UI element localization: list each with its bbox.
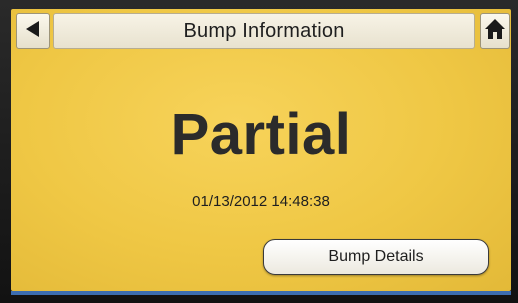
page-title: Bump Information [183,19,345,42]
back-arrow-icon [23,19,43,44]
home-button[interactable] [480,13,510,49]
title-bar: Bump Information [53,13,475,49]
home-icon [484,18,506,45]
device-screen: Bump Information Partial 01/13/2012 14:4… [11,9,511,291]
bump-details-button[interactable]: Bump Details [263,239,489,275]
bump-timestamp: 01/13/2012 14:48:38 [192,193,330,210]
header-bar: Bump Information [11,9,511,53]
bump-status: Partial [170,102,352,167]
back-button[interactable] [16,13,50,49]
screen-bottom-edge [11,291,511,295]
